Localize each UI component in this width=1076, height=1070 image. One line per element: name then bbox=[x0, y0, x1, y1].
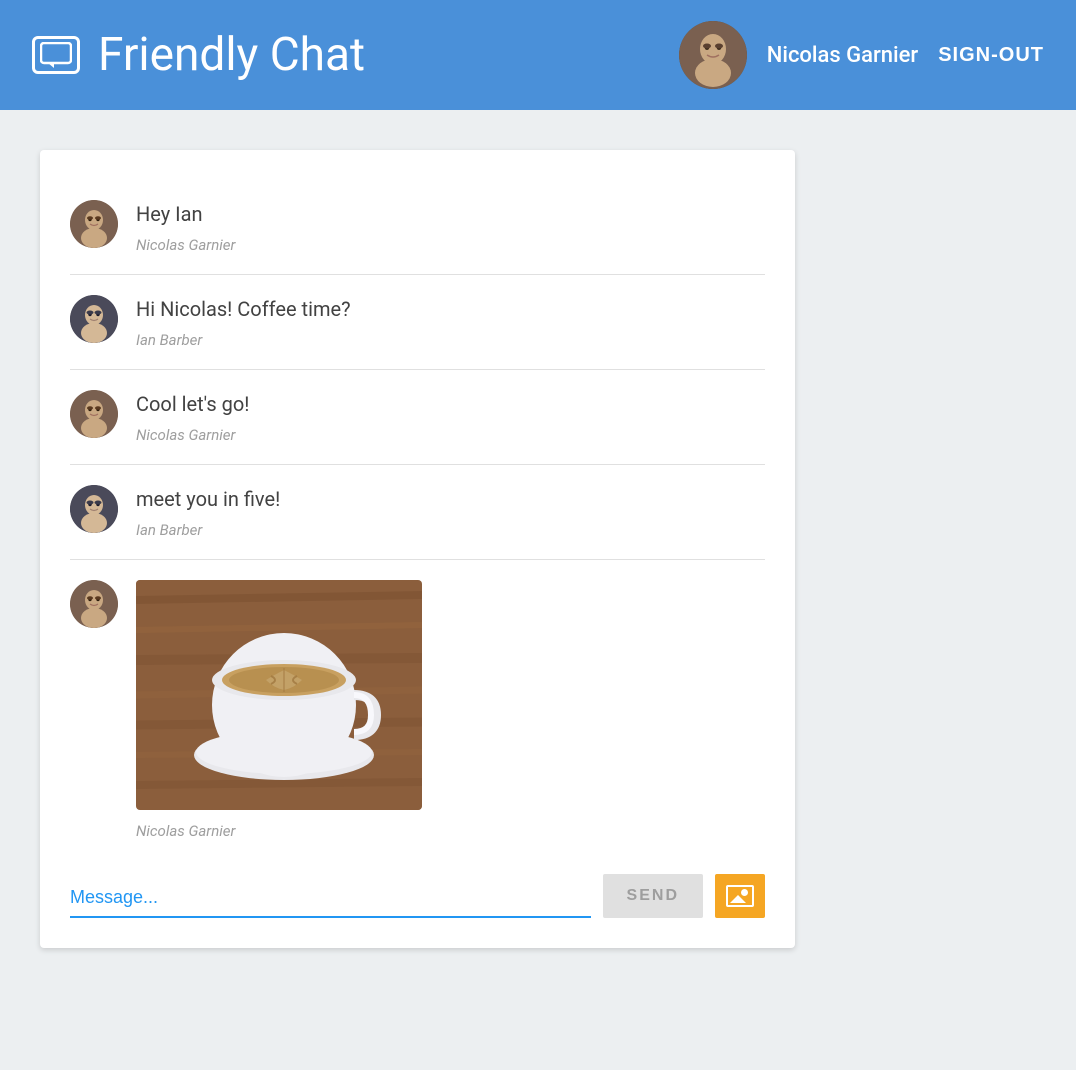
message-item: meet you in five! Ian Barber bbox=[70, 465, 765, 560]
header-username: Nicolas Garnier bbox=[767, 43, 918, 68]
message-item: Hey Ian Nicolas Garnier bbox=[70, 180, 765, 275]
mountain-shape bbox=[730, 895, 746, 903]
message-input-container bbox=[70, 883, 591, 918]
chat-card: Hey Ian Nicolas Garnier bbox=[40, 150, 795, 948]
message-content: Cool let's go! Nicolas Garnier bbox=[136, 390, 249, 444]
message-author: Nicolas Garnier bbox=[136, 822, 422, 840]
message-content: meet you in five! Ian Barber bbox=[136, 485, 280, 539]
main-content: Hey Ian Nicolas Garnier bbox=[0, 110, 1076, 948]
input-underline bbox=[70, 916, 591, 918]
message-content: Hey Ian Nicolas Garnier bbox=[136, 200, 235, 254]
coffee-image bbox=[136, 580, 422, 810]
image-upload-button[interactable] bbox=[715, 874, 765, 918]
message-input-area: SEND bbox=[70, 874, 765, 918]
avatar bbox=[70, 295, 118, 343]
header-branding: Friendly Chat bbox=[32, 28, 365, 82]
message-text: Hey Ian bbox=[136, 200, 235, 228]
message-content: Hi Nicolas! Coffee time? Ian Barber bbox=[136, 295, 351, 349]
message-text: Cool let's go! bbox=[136, 390, 249, 418]
avatar bbox=[70, 580, 118, 628]
message-author: Nicolas Garnier bbox=[136, 236, 235, 254]
avatar bbox=[70, 200, 118, 248]
messages-list: Hey Ian Nicolas Garnier bbox=[70, 180, 765, 850]
message-item: Nicolas Garnier bbox=[70, 560, 765, 850]
avatar bbox=[70, 390, 118, 438]
message-text: meet you in five! bbox=[136, 485, 280, 513]
avatar bbox=[679, 21, 747, 89]
message-item: Cool let's go! Nicolas Garnier bbox=[70, 370, 765, 465]
message-author: Ian Barber bbox=[136, 521, 280, 539]
app-header: Friendly Chat Nicolas Garnier SIGN-OUT bbox=[0, 0, 1076, 110]
message-author: Nicolas Garnier bbox=[136, 426, 249, 444]
image-icon bbox=[726, 885, 754, 907]
app-title: Friendly Chat bbox=[98, 28, 365, 82]
message-text: Hi Nicolas! Coffee time? bbox=[136, 295, 351, 323]
message-item: Hi Nicolas! Coffee time? Ian Barber bbox=[70, 275, 765, 370]
message-author: Ian Barber bbox=[136, 331, 351, 349]
avatar bbox=[70, 485, 118, 533]
chat-logo-icon bbox=[32, 36, 80, 74]
signout-button[interactable]: SIGN-OUT bbox=[938, 44, 1044, 67]
header-user-area: Nicolas Garnier SIGN-OUT bbox=[679, 21, 1044, 89]
message-content: Nicolas Garnier bbox=[136, 580, 422, 840]
message-input[interactable] bbox=[70, 883, 591, 912]
send-button[interactable]: SEND bbox=[603, 874, 703, 918]
